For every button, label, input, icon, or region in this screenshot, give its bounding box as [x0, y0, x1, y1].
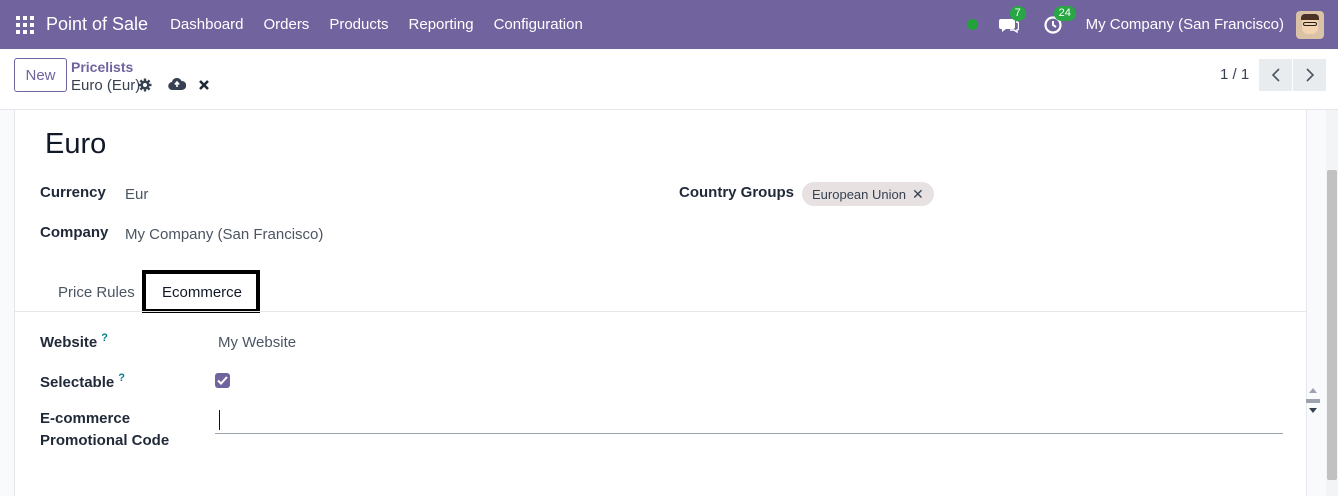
pager-next-button[interactable]	[1293, 59, 1326, 91]
top-navbar: Point of Sale Dashboard Orders Products …	[0, 0, 1338, 49]
apps-grid-icon[interactable]	[16, 15, 34, 34]
chevron-right-icon	[1305, 68, 1314, 82]
menu-reporting[interactable]: Reporting	[399, 16, 484, 33]
country-groups-label: Country Groups	[679, 184, 794, 201]
text-caret	[219, 410, 220, 430]
tabs-divider	[15, 311, 1306, 312]
breadcrumb-current-record: Euro (Eur)	[71, 77, 141, 94]
selectable-checkbox[interactable]	[215, 373, 230, 388]
page-scrollbar[interactable]	[1326, 110, 1338, 496]
app-brand[interactable]: Point of Sale	[46, 14, 148, 35]
website-help-icon[interactable]: ?	[101, 332, 108, 344]
menu-dashboard[interactable]: Dashboard	[160, 16, 253, 33]
country-group-tag: European Union ✕	[802, 182, 934, 206]
new-button[interactable]: New	[14, 58, 67, 92]
company-switcher[interactable]: My Company (San Francisco)	[1086, 16, 1284, 33]
messages-button[interactable]: 7	[998, 5, 1026, 36]
pager-value[interactable]: 1 / 1	[1220, 66, 1249, 83]
activities-button[interactable]: 24	[1042, 5, 1076, 36]
pager-previous-button[interactable]	[1259, 59, 1292, 91]
activities-count-badge: 24	[1053, 5, 1076, 21]
selectable-help-icon[interactable]: ?	[118, 372, 125, 384]
company-field[interactable]: My Company (San Francisco)	[125, 226, 323, 243]
tab-price-rules[interactable]: Price Rules	[58, 284, 135, 301]
menu-orders[interactable]: Orders	[253, 16, 319, 33]
promo-code-label-line1: E-commerce	[40, 410, 131, 427]
tab-ecommerce[interactable]: Ecommerce	[162, 284, 242, 301]
company-label: Company	[40, 224, 109, 241]
promo-code-label-line2: Promotional Code	[40, 432, 170, 449]
menu-configuration[interactable]: Configuration	[484, 16, 593, 33]
tab-scroll-control[interactable]	[1305, 381, 1321, 421]
online-status-icon	[966, 19, 978, 30]
remove-tag-icon[interactable]: ✕	[912, 186, 924, 203]
breadcrumb-pricelists[interactable]: Pricelists	[71, 59, 133, 75]
scroll-down-icon	[1309, 408, 1317, 413]
website-label-text: Website	[40, 334, 98, 351]
gear-icon[interactable]	[138, 77, 152, 93]
navbar-systray: 7 24 My Company (San Francisco)	[966, 0, 1338, 49]
menu-products[interactable]: Products	[319, 16, 398, 33]
country-group-tag-label: European Union	[812, 186, 906, 202]
save-cloud-icon[interactable]	[168, 76, 186, 92]
selectable-label-text: Selectable	[40, 374, 115, 391]
chevron-left-icon	[1271, 68, 1280, 82]
control-panel: New Pricelists Euro (Eur) 1 / 1	[0, 49, 1338, 110]
discard-close-icon[interactable]	[197, 78, 211, 92]
messages-count-badge: 7	[1009, 5, 1026, 21]
checkmark-icon	[217, 376, 228, 385]
currency-field[interactable]: Eur	[125, 186, 148, 203]
website-field[interactable]: My Website	[218, 334, 296, 351]
page-scrollbar-thumb[interactable]	[1327, 170, 1337, 480]
selectable-label: Selectable?	[40, 372, 125, 391]
record-title[interactable]: Euro	[45, 128, 106, 161]
website-label: Website?	[40, 332, 108, 351]
scroll-up-icon	[1309, 388, 1317, 393]
promo-code-input[interactable]	[215, 408, 1283, 434]
currency-label: Currency	[40, 184, 106, 201]
form-sheet: Euro Currency Eur Company My Company (Sa…	[14, 110, 1320, 496]
user-avatar[interactable]	[1296, 10, 1324, 39]
